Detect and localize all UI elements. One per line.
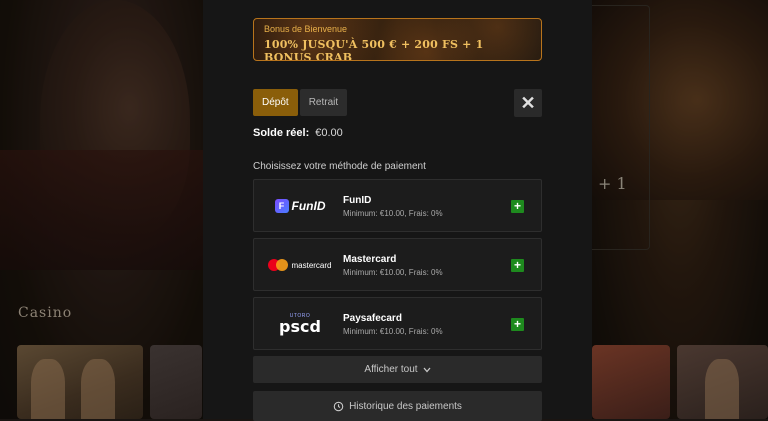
bonus-offer-text: 100% JUSQU'À 500 € + 200 FS + 1 BONUS CR…: [264, 38, 484, 61]
thumbnail-figure: [705, 359, 739, 419]
background-plus-text: + 1: [598, 174, 627, 193]
history-label: Historique des paiements: [349, 400, 462, 412]
mastercard-circles-icon: [268, 259, 289, 271]
method-name: FunID: [343, 195, 372, 206]
method-info: Minimum: €10.00, Frais: 0%: [343, 268, 443, 277]
close-button[interactable]: ✕: [514, 89, 542, 117]
game-thumbnail[interactable]: [592, 345, 670, 419]
chevron-down-icon: [423, 367, 431, 372]
method-info: Minimum: €10.00, Frais: 0%: [343, 209, 443, 218]
paysafecard-logo: UTORO pscd: [264, 306, 336, 342]
balance-label: Solde réel:: [253, 127, 310, 139]
game-thumbnail[interactable]: [150, 345, 202, 419]
payment-method-heading: Choisissez votre méthode de paiement: [253, 161, 426, 172]
payment-method-paysafecard[interactable]: UTORO pscd Paysafecard Minimum: €10.00, …: [253, 297, 542, 350]
funid-logo: F FunID: [264, 188, 336, 224]
method-info: Minimum: €10.00, Frais: 0%: [343, 327, 443, 336]
add-icon[interactable]: +: [511, 200, 524, 213]
payment-method-mastercard[interactable]: mastercard Mastercard Minimum: €10.00, F…: [253, 238, 542, 291]
funid-logo-text: FunID: [291, 199, 326, 213]
method-name: Paysafecard: [343, 313, 402, 324]
mastercard-logo: mastercard: [264, 247, 336, 283]
add-icon[interactable]: +: [511, 259, 524, 272]
tab-withdraw[interactable]: Retrait: [299, 89, 348, 116]
paysafecard-logo-text: pscd: [279, 317, 321, 336]
show-all-label: Afficher tout: [364, 364, 418, 375]
casino-section-label: Casino: [18, 305, 73, 321]
payment-method-funid[interactable]: F FunID FunID Minimum: €10.00, Frais: 0%…: [253, 179, 542, 232]
balance-value: €0.00: [315, 127, 343, 139]
real-balance: Solde réel: €0.00: [253, 127, 343, 139]
funid-icon: F: [274, 199, 289, 213]
tab-deposit[interactable]: Dépôt: [253, 89, 298, 116]
payment-history-button[interactable]: Historique des paiements: [253, 391, 542, 421]
history-icon: [333, 401, 344, 411]
method-name: Mastercard: [343, 254, 397, 265]
thumbnail-figure: [31, 359, 65, 419]
game-thumbnail[interactable]: [677, 345, 768, 419]
add-icon[interactable]: +: [511, 318, 524, 331]
show-all-button[interactable]: Afficher tout: [253, 356, 542, 383]
welcome-bonus-banner[interactable]: Bonus de Bienvenue 100% JUSQU'À 500 € + …: [253, 18, 542, 61]
payment-modal: Bonus de Bienvenue 100% JUSQU'À 500 € + …: [203, 0, 592, 421]
deposit-withdraw-tabs: Dépôt Retrait: [253, 89, 348, 116]
bonus-title: Bonus de Bienvenue: [264, 24, 348, 34]
game-thumbnail[interactable]: [17, 345, 143, 419]
mastercard-logo-text: mastercard: [291, 260, 332, 270]
thumbnail-figure: [81, 359, 115, 419]
close-icon: ✕: [520, 92, 536, 113]
